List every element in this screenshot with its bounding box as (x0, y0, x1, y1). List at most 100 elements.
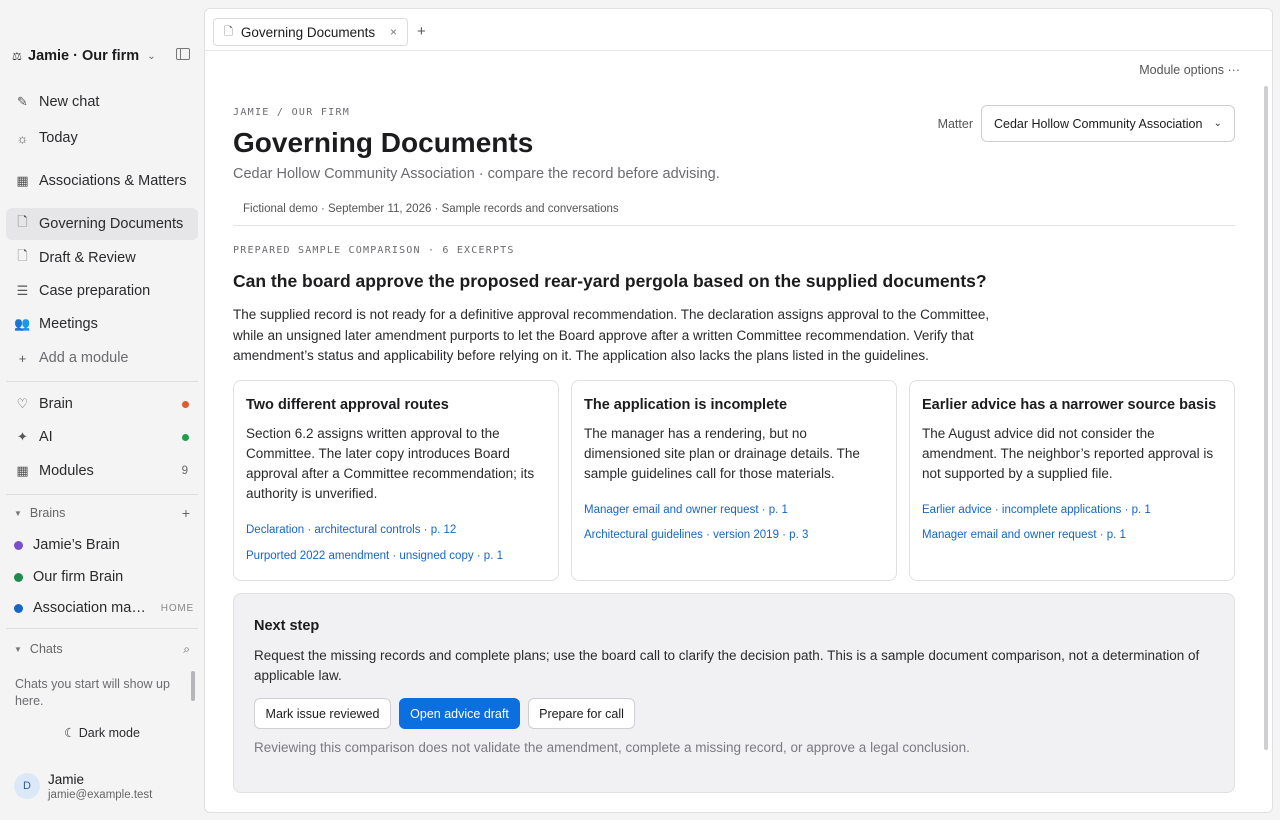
next-step-note: Reviewing this comparison does not valid… (254, 740, 970, 755)
modules-count: 9 (181, 465, 188, 477)
user-account[interactable]: D Jamie jamie@example.test (14, 770, 194, 802)
sidebar-item-ai[interactable]: ✦ AI (6, 426, 198, 448)
source-link[interactable]: Purported 2022 amendment · unsigned copy… (246, 549, 503, 563)
matter-selected-value: Cedar Hollow Community Association (994, 116, 1203, 131)
tab-label: Governing Documents (240, 24, 376, 40)
dark-mode-toggle[interactable]: ☾ Dark mode (14, 725, 190, 740)
tab-governing-documents[interactable]: 🗋 Governing Documents × (213, 18, 408, 46)
sidebar-item-governing-documents[interactable]: 🗋 Governing Documents (6, 208, 198, 240)
chats-scrollbar[interactable] (191, 671, 195, 701)
source-link[interactable]: Architectural guidelines · version 2019 … (584, 528, 808, 542)
sidebar-item-label: Add a module (39, 350, 129, 366)
sidebar-item-label: Today (39, 130, 78, 146)
home-tag: HOME (160, 602, 194, 614)
new-tab-button[interactable]: + (417, 23, 426, 40)
sidebar-item-label: Meetings (39, 316, 98, 332)
brain-color-dot (14, 540, 23, 550)
brain-color-dot (14, 572, 23, 582)
sidebar-item-draft-review[interactable]: 🗋 Draft & Review (6, 247, 198, 269)
sidebar-divider (6, 381, 198, 382)
card-body: The manager has a rendering, but no dime… (584, 426, 860, 481)
chats-empty-state: Chats you start will show up here. (15, 677, 170, 708)
status-dot (182, 400, 189, 408)
module-options-button[interactable]: Module options ··· (1139, 63, 1240, 77)
sidebar-divider (6, 494, 198, 495)
pencil-icon: ✎ (17, 94, 28, 109)
tab-bar: 🗋 Governing Documents × + (205, 9, 1272, 51)
next-step-body: Request the missing records and complete… (254, 648, 1200, 683)
comparison-question: Can the board approve the proposed rear-… (233, 271, 987, 291)
sidebar: ⚖ Jamie · Our firm ⌄ ✎ New chat ☼ Today … (0, 0, 204, 820)
add-brain-icon[interactable]: + (182, 505, 190, 521)
source-link[interactable]: Manager email and owner request · p. 1 (922, 528, 1126, 542)
sidebar-item-meetings[interactable]: 👥 Meetings (6, 313, 198, 335)
brain-item-our-firm[interactable]: Our firm Brain (14, 567, 194, 587)
brains-section-header[interactable]: ▼ Brains + (14, 505, 190, 521)
sidebar-toggle-icon[interactable] (176, 48, 190, 60)
status-dot (182, 433, 189, 441)
grid-icon: ▦ (16, 463, 29, 478)
sidebar-item-new-chat[interactable]: ✎ New chat (6, 91, 198, 113)
sidebar-item-brain[interactable]: ♡ Brain (6, 393, 198, 415)
sidebar-item-label: Associations & Matters (39, 173, 187, 189)
sidebar-item-label: Governing Documents (39, 216, 184, 232)
breadcrumb: JAMIE / OUR FIRM (233, 107, 351, 118)
brain-item-jamie[interactable]: Jamie’s Brain (14, 535, 194, 555)
sidebar-item-label: Draft & Review (39, 250, 136, 266)
document-icon: 🗋 (224, 25, 233, 38)
sidebar-divider (6, 628, 198, 629)
finding-card: The application is incomplete The manage… (571, 380, 897, 581)
chevron-down-icon: ▼ (14, 508, 22, 518)
page-title: Governing Documents (233, 127, 534, 158)
brain-color-dot (14, 603, 23, 613)
source-link[interactable]: Declaration · architectural controls · p… (246, 523, 456, 537)
sidebar-item-associations-matters[interactable]: ▦ Associations & Matters (6, 161, 198, 201)
brain-name: Jamie’s Brain (33, 537, 120, 553)
sidebar-item-label: New chat (39, 94, 100, 110)
sidebar-item-label: Case preparation (39, 283, 151, 299)
sidebar-item-label: Brain (39, 396, 73, 412)
workspace-name: Jamie · Our firm (28, 48, 140, 64)
sidebar-item-today[interactable]: ☼ Today (6, 127, 198, 149)
scales-icon: ⚖ (12, 50, 22, 63)
card-title: The application is incomplete (584, 397, 788, 413)
finding-card: Earlier advice has a narrower source bas… (909, 380, 1235, 581)
dark-mode-label: Dark mode (78, 726, 140, 740)
mark-reviewed-button[interactable]: Mark issue reviewed (254, 698, 391, 729)
user-email: jamie@example.test (48, 788, 153, 801)
sidebar-item-label: AI (39, 429, 53, 445)
moon-icon: ☾ (64, 726, 76, 740)
avatar: D (14, 773, 40, 799)
search-chats-icon[interactable]: ⌕ (183, 642, 190, 657)
table-icon: ▦ (16, 173, 29, 188)
matter-select[interactable]: Cedar Hollow Community Association ⌄ (981, 105, 1235, 142)
chats-section-header[interactable]: ▼ Chats ⌕ (14, 641, 190, 657)
brain-item-association[interactable]: Association management HOME (14, 598, 194, 618)
prepare-call-button[interactable]: Prepare for call (528, 698, 635, 729)
sidebar-item-label: Modules (39, 463, 94, 479)
lightbulb-icon: ♡ (16, 396, 29, 411)
source-link[interactable]: Manager email and owner request · p. 1 (584, 503, 788, 517)
source-link[interactable]: Earlier advice · incomplete applications… (922, 503, 1151, 517)
main-scrollbar[interactable] (1264, 86, 1268, 750)
card-title: Earlier advice has a narrower source bas… (922, 397, 1217, 413)
open-advice-draft-button[interactable]: Open advice draft (399, 698, 520, 729)
sun-icon: ☼ (16, 130, 29, 146)
document-icon: 🗋 (17, 248, 28, 263)
next-step-title: Next step (254, 618, 320, 634)
user-name: Jamie (48, 771, 85, 787)
sidebar-item-case-preparation[interactable]: ☰ Case preparation (6, 280, 198, 302)
plus-icon: + (18, 350, 27, 366)
chevron-down-icon: ⌄ (147, 50, 156, 62)
comparison-eyebrow: PREPARED SAMPLE COMPARISON · 6 EXCERPTS (233, 245, 515, 256)
divider (233, 225, 1235, 226)
close-icon[interactable]: × (390, 25, 397, 39)
sidebar-item-add-module[interactable]: + Add a module (6, 347, 198, 369)
next-step-panel: Next step Request the missing records an… (233, 593, 1235, 793)
people-icon: 👥 (14, 316, 31, 331)
list-icon: ☰ (16, 283, 29, 298)
workspace-switcher[interactable]: ⚖ Jamie · Our firm ⌄ (12, 46, 198, 66)
brain-name: Our firm Brain (33, 569, 124, 585)
sidebar-item-modules[interactable]: ▦ Modules 9 (6, 460, 198, 482)
chevron-down-icon: ▼ (14, 644, 22, 654)
